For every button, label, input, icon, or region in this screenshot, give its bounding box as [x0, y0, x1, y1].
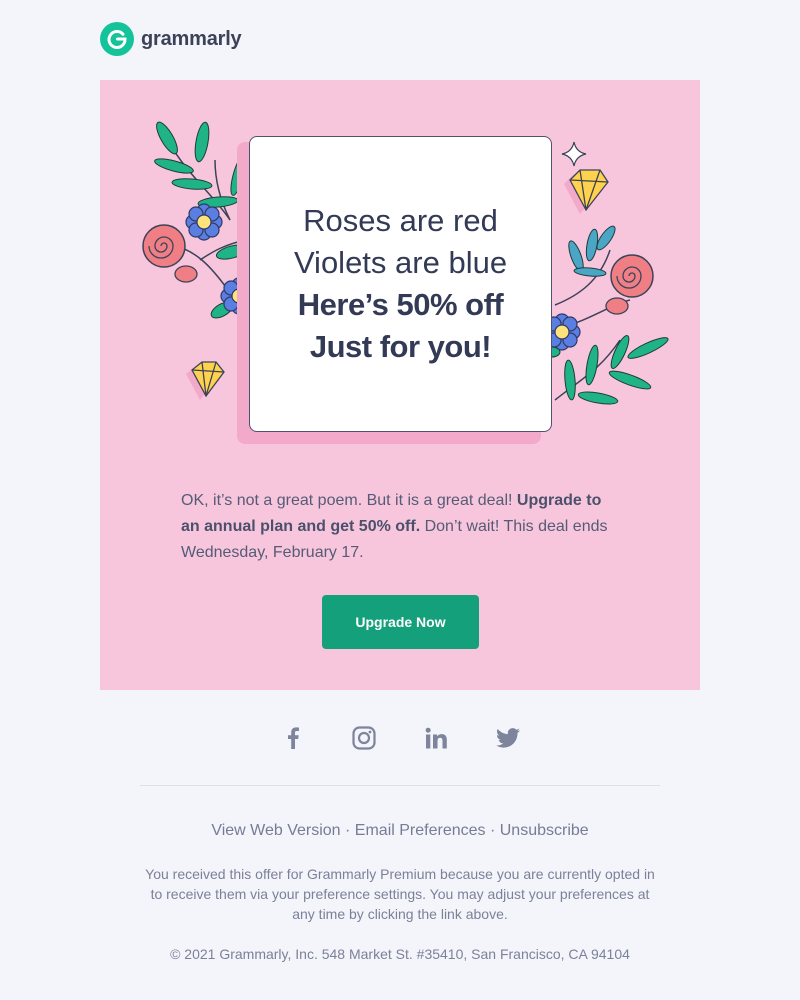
poem-line-2: Violets are blue [293, 245, 508, 280]
footer-divider [140, 785, 660, 786]
view-web-version-link[interactable]: View Web Version [211, 822, 340, 839]
footer-notice: You received this offer for Grammarly Pr… [145, 866, 655, 922]
promo-body-text: OK, it’s not a great poem. But it is a g… [181, 488, 621, 566]
promo-panel: Roses are red Violets are blue Here’s 50… [100, 80, 700, 690]
poem-card: Roses are red Violets are blue Here’s 50… [249, 136, 552, 432]
linkedin-icon[interactable] [421, 722, 451, 754]
logo-wordmark: grammarly [141, 27, 242, 50]
social-links [0, 722, 800, 756]
unsubscribe-link[interactable]: Unsubscribe [500, 822, 589, 839]
footer-links: View Web Version · Email Preferences · U… [0, 822, 800, 840]
body-text-intro: OK, it’s not a great poem. But it is a g… [181, 492, 517, 509]
upgrade-now-button[interactable]: Upgrade Now [322, 595, 479, 649]
link-separator: · [485, 822, 500, 839]
grammarly-logo[interactable]: grammarly [100, 22, 242, 56]
poem-line-4: Just for you! [309, 329, 492, 364]
twitter-icon[interactable] [493, 722, 523, 754]
facebook-icon[interactable] [278, 722, 308, 754]
grammarly-g-icon [100, 22, 134, 56]
hero-illustration: Roses are red Violets are blue Here’s 50… [100, 80, 700, 452]
email-preferences-link[interactable]: Email Preferences [355, 822, 486, 839]
link-separator: · [340, 822, 355, 839]
copyright-address: © 2021 Grammarly, Inc. 548 Market St. #3… [170, 946, 630, 962]
instagram-icon[interactable] [349, 722, 379, 754]
poem-line-1: Roses are red [303, 203, 498, 238]
poem-line-3: Here’s 50% off [297, 287, 504, 322]
